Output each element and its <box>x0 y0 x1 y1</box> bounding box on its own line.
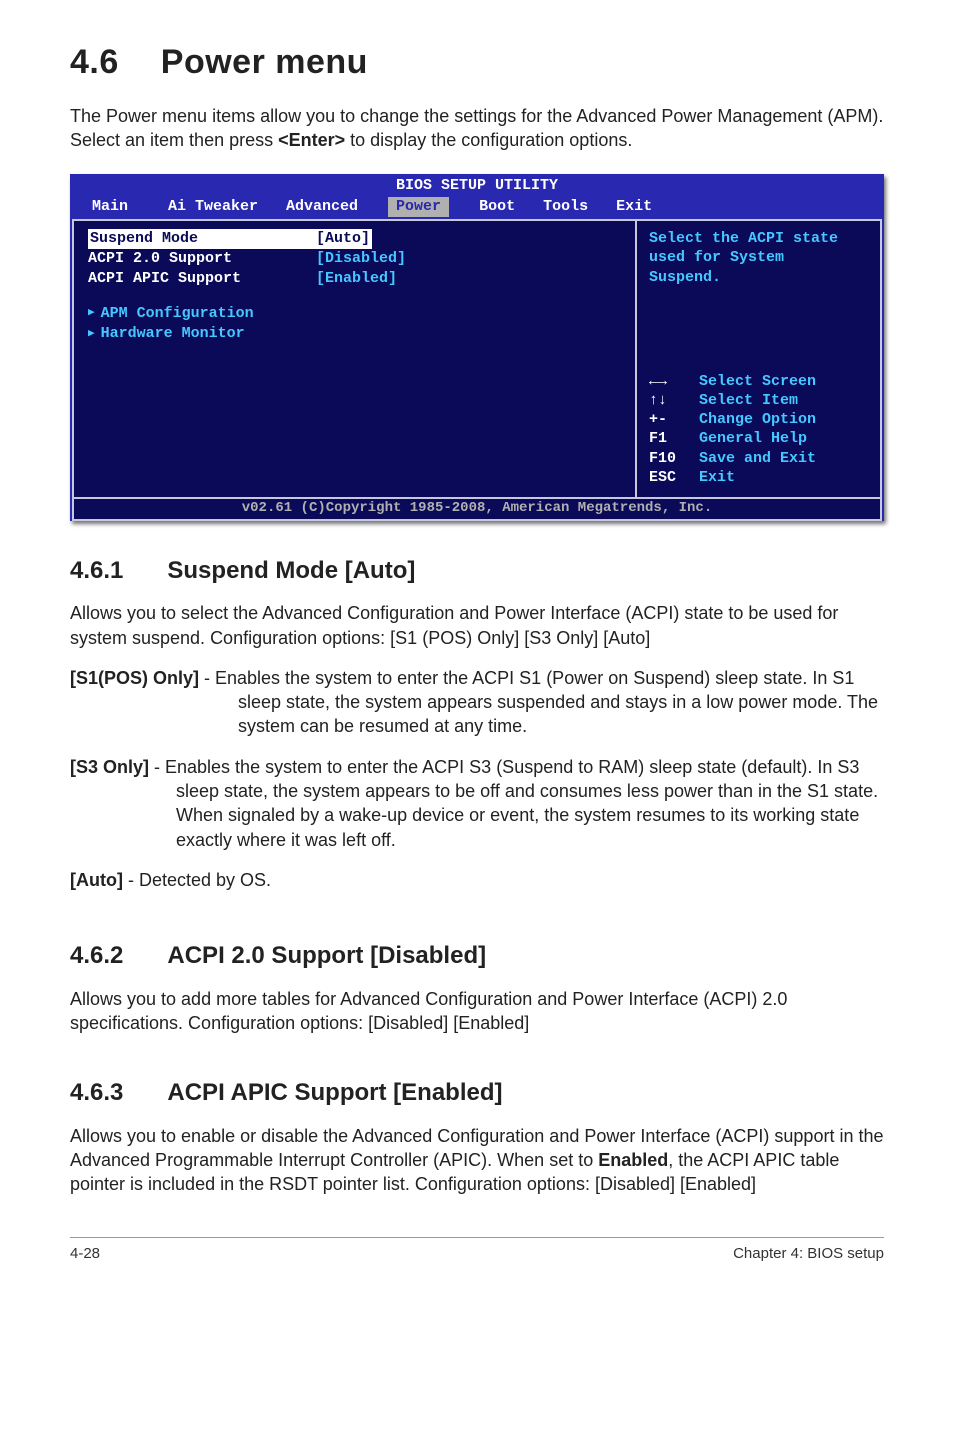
bios-help-text: Select the ACPI state used for System Su… <box>649 229 868 288</box>
option-auto: [Auto] - Detected by OS. <box>70 868 884 892</box>
bios-item-suspend-mode[interactable]: Suspend Mode [Auto] <box>88 229 621 249</box>
arrows-ud-icon: ↑↓ <box>649 391 691 410</box>
bios-menu-tools[interactable]: Tools <box>529 197 602 217</box>
bios-sub-apm-configuration[interactable]: ▶ APM Configuration <box>88 304 621 324</box>
bios-key-legend: ←→Select Screen ↑↓Select Item +-Change O… <box>649 372 870 487</box>
subsection-462-desc: Allows you to add more tables for Advanc… <box>70 987 884 1036</box>
chapter-label: Chapter 4: BIOS setup <box>733 1244 884 1264</box>
bios-menu-main[interactable]: Main <box>92 197 154 217</box>
intro-paragraph: The Power menu items allow you to change… <box>70 104 884 153</box>
bios-footer: v02.61 (C)Copyright 1985-2008, American … <box>72 499 882 521</box>
bios-right-panel: Select the ACPI state used for System Su… <box>637 219 882 499</box>
bios-menu-bar: Main Ai Tweaker Advanced Power Boot Tool… <box>70 197 884 219</box>
bios-menu-power[interactable]: Power <box>388 197 449 217</box>
section-heading: 4.6 Power menu <box>70 40 884 86</box>
subsection-461-desc: Allows you to select the Advanced Config… <box>70 601 884 650</box>
page-number: 4-28 <box>70 1244 100 1264</box>
bios-menu-boot[interactable]: Boot <box>465 197 529 217</box>
section-number: 4.6 <box>70 40 119 86</box>
arrows-lr-icon: ←→ <box>649 372 691 391</box>
subsection-463-heading: 4.6.3ACPI APIC Support [Enabled] <box>70 1077 884 1109</box>
bios-menu-exit[interactable]: Exit <box>602 197 666 217</box>
option-s1-pos-only: [S1(POS) Only] - Enables the system to e… <box>70 666 884 739</box>
option-s3-only: [S3 Only] - Enables the system to enter … <box>70 755 884 852</box>
triangle-right-icon: ▶ <box>88 306 95 321</box>
triangle-right-icon: ▶ <box>88 327 95 342</box>
bios-title: BIOS SETUP UTILITY <box>70 174 884 196</box>
section-title-text: Power menu <box>161 43 368 81</box>
bios-item-acpi-2-support[interactable]: ACPI 2.0 Support [Disabled] <box>88 249 621 269</box>
bios-menu-advanced[interactable]: Advanced <box>272 197 372 217</box>
subsection-462-heading: 4.6.2ACPI 2.0 Support [Disabled] <box>70 940 884 972</box>
page-footer: 4-28 Chapter 4: BIOS setup <box>70 1237 884 1264</box>
bios-menu-ai-tweaker[interactable]: Ai Tweaker <box>154 197 272 217</box>
bios-screenshot: BIOS SETUP UTILITY Main Ai Tweaker Advan… <box>70 174 884 520</box>
subsection-461-heading: 4.6.1Suspend Mode [Auto] <box>70 555 884 587</box>
bios-left-panel: Suspend Mode [Auto] ACPI 2.0 Support [Di… <box>72 219 637 499</box>
bios-sub-hardware-monitor[interactable]: ▶ Hardware Monitor <box>88 324 621 344</box>
subsection-463-desc: Allows you to enable or disable the Adva… <box>70 1124 884 1197</box>
bios-item-acpi-apic-support[interactable]: ACPI APIC Support [Enabled] <box>88 269 621 289</box>
enter-key: <Enter> <box>278 130 345 150</box>
